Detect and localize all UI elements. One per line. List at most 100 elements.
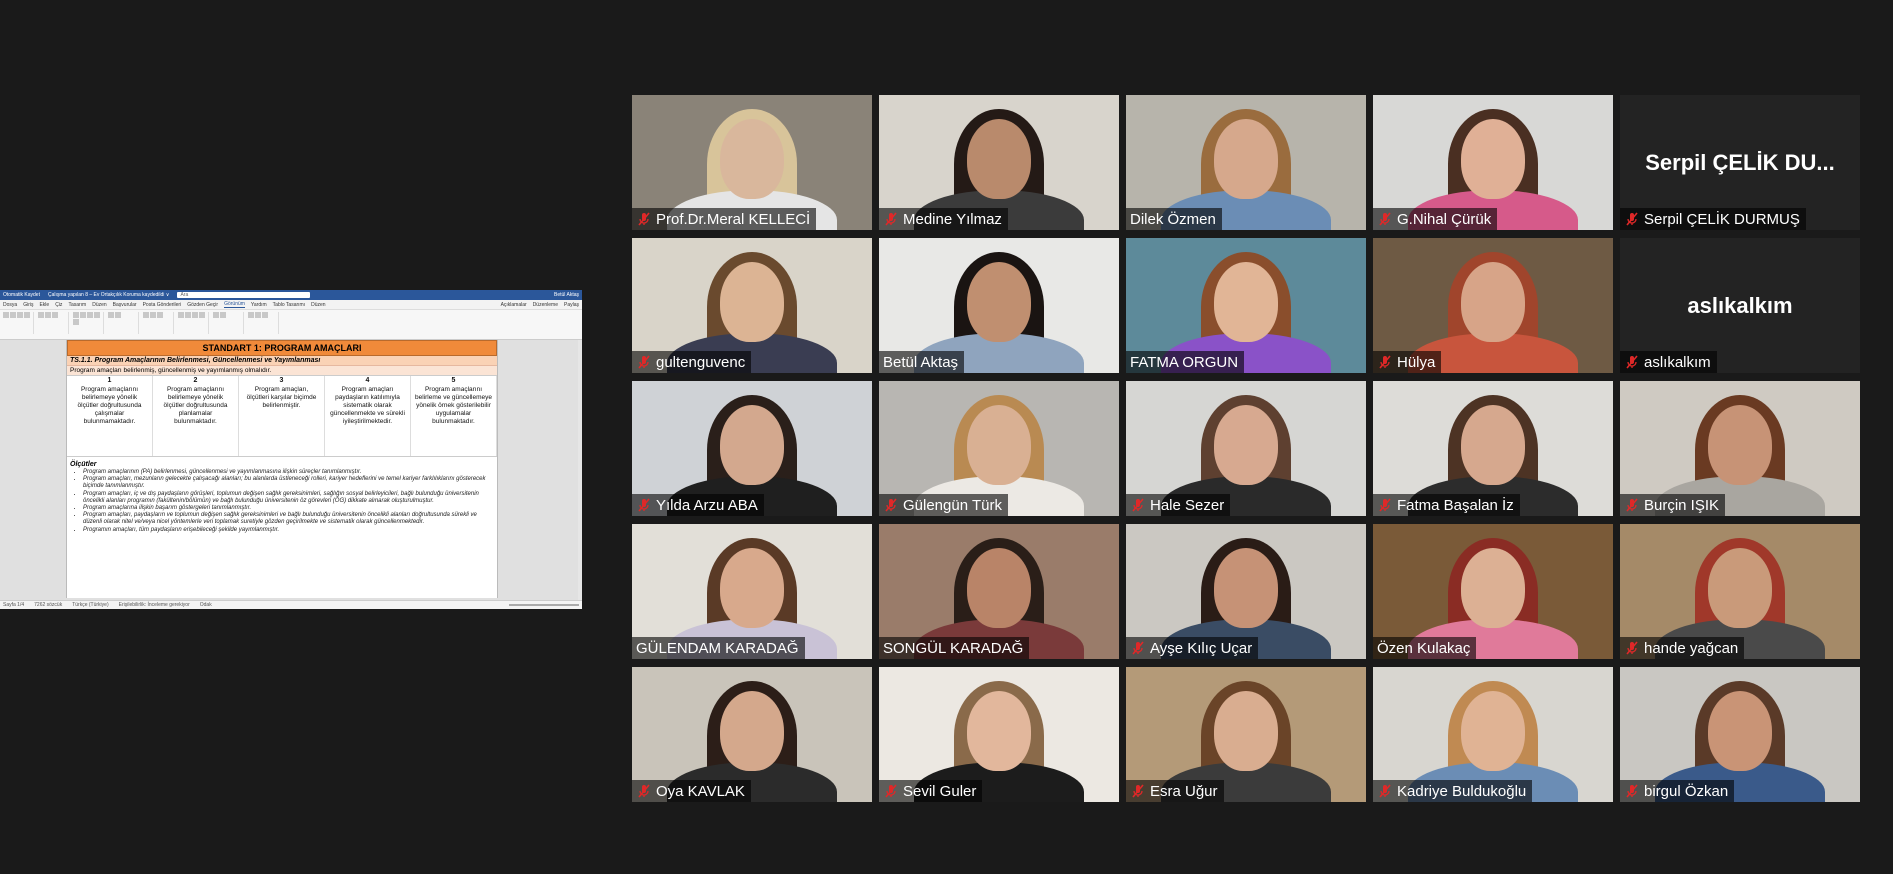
participant-tile[interactable]: GÜLENDAM KARADAĞ: [632, 524, 872, 659]
ribbon-tab[interactable]: Çiz: [55, 302, 62, 308]
zoom-slider[interactable]: [509, 604, 579, 606]
ribbon-tab[interactable]: Posta Gönderileri: [143, 302, 182, 308]
document-page[interactable]: STANDART 1: PROGRAM AMAÇLARI TS.1.1. Pro…: [66, 340, 498, 598]
participant-name-label: gultenguvenc: [632, 351, 752, 373]
video-feed: [1461, 262, 1525, 343]
ribbon-tab[interactable]: Yardım: [251, 302, 267, 308]
participant-tile[interactable]: FATMA ORGUN: [1126, 238, 1366, 373]
criteria-item: Program amaçları, mezunların gelecekte ç…: [83, 476, 493, 490]
ribbon-tab[interactable]: Ekle: [39, 302, 49, 308]
muted-mic-icon: [638, 212, 650, 226]
participant-tile[interactable]: Burçin IŞIK: [1620, 381, 1860, 516]
participant-tile[interactable]: G.Nihal Çürük: [1373, 95, 1613, 230]
participant-tile[interactable]: SONGÜL KARADAĞ: [879, 524, 1119, 659]
participant-name: aslıkalkım: [1644, 353, 1711, 371]
scale-column: 3 Program amaçları, ölçütleri karşılar bi…: [239, 376, 325, 456]
ribbon-tab[interactable]: Dosya: [3, 302, 17, 308]
scale-number: 1: [107, 377, 112, 384]
ribbon-group[interactable]: [108, 312, 139, 334]
muted-mic-icon: [1626, 355, 1638, 369]
participant-name: SONGÜL KARADAĞ: [883, 639, 1024, 657]
ribbon-action[interactable]: Paylaş: [564, 302, 579, 308]
participant-name-label: Betül Aktaş: [879, 351, 965, 373]
participant-name: Hale Sezer: [1150, 496, 1225, 514]
ribbon-action[interactable]: Düzenleme: [533, 302, 558, 308]
participant-name: Özen Kulakaç: [1377, 639, 1471, 657]
user-name: Betül Aktaş: [553, 292, 579, 298]
status-bar: Sayfa 1/4 7262 sözcük Türkçe (Türkiye) E…: [0, 600, 582, 609]
ribbon-group[interactable]: [248, 312, 279, 334]
participant-name: Yılda Arzu ABA: [656, 496, 758, 514]
scale-text: Program amaçlarını belirlemeye yönelik ö…: [77, 386, 142, 425]
participant-tile[interactable]: birgul Özkan: [1620, 667, 1860, 802]
video-feed: [1461, 691, 1525, 772]
participant-name: birgul Özkan: [1644, 782, 1729, 800]
participant-tile[interactable]: Yılda Arzu ABA: [632, 381, 872, 516]
muted-mic-icon: [885, 784, 897, 798]
muted-mic-icon: [1379, 355, 1391, 369]
document-canvas[interactable]: STANDART 1: PROGRAM AMAÇLARI TS.1.1. Pro…: [0, 340, 578, 600]
participant-tile[interactable]: Medine Yılmaz: [879, 95, 1119, 230]
participant-tile[interactable]: hande yağcan: [1620, 524, 1860, 659]
ribbon-tab[interactable]: Tasarım: [68, 302, 86, 308]
ribbon-group[interactable]: [213, 312, 244, 334]
ribbon-tab[interactable]: Tablo Tasarımı: [273, 302, 305, 308]
participant-tile[interactable]: Hülya: [1373, 238, 1613, 373]
scale-column: 4 Program amaçları paydaşların katılımıyl…: [325, 376, 411, 456]
criteria-item: Program amaçları, iç ve dış paydaşların …: [83, 491, 493, 505]
participant-tile[interactable]: gultenguvenc: [632, 238, 872, 373]
scale-text: Program amaçlarını belirleme ve güncelle…: [415, 386, 492, 425]
participant-name: Betül Aktaş: [883, 353, 959, 371]
participant-name: Serpil ÇELİK DURMUŞ: [1644, 210, 1800, 228]
ribbon-tab[interactable]: Düzen: [311, 302, 325, 308]
muted-mic-icon: [1379, 212, 1391, 226]
ribbon-group[interactable]: [38, 312, 69, 334]
participant-name-label: Hülya: [1373, 351, 1442, 373]
ribbon-group[interactable]: [3, 312, 34, 334]
video-feed: [967, 691, 1031, 772]
muted-mic-icon: [638, 355, 650, 369]
language[interactable]: Türkçe (Türkiye): [72, 602, 108, 608]
participant-name-label: Medine Yılmaz: [879, 208, 1008, 230]
focus-button[interactable]: Odak: [200, 602, 212, 608]
participant-name-label: Kadriye Buldukoğlu: [1373, 780, 1533, 802]
criteria-item: Programın amaçları, tüm paydaşların eriş…: [83, 527, 493, 534]
participant-name-label: Esra Uğur: [1126, 780, 1224, 802]
participant-tile[interactable]: aslıkalkım aslıkalkım: [1620, 238, 1860, 373]
participant-tile[interactable]: Betül Aktaş: [879, 238, 1119, 373]
participant-tile[interactable]: Hale Sezer: [1126, 381, 1366, 516]
video-feed: [967, 119, 1031, 200]
participant-tile[interactable]: Gülengün Türk: [879, 381, 1119, 516]
ribbon-group[interactable]: [143, 312, 174, 334]
participant-tile[interactable]: Prof.Dr.Meral KELLECİ: [632, 95, 872, 230]
ribbon-group[interactable]: [73, 312, 104, 334]
participant-tile[interactable]: Dilek Özmen: [1126, 95, 1366, 230]
participant-tile[interactable]: Serpil ÇELİK DU... Serpil ÇELİK DURMUŞ: [1620, 95, 1860, 230]
accessibility-status[interactable]: Erişilebilirlik: İnceleme gerekiyor: [119, 602, 190, 608]
participant-tile[interactable]: Kadriye Buldukoğlu: [1373, 667, 1613, 802]
ribbon-tab[interactable]: Gözden Geçir: [187, 302, 218, 308]
ribbon-action[interactable]: Açıklamalar: [501, 302, 527, 308]
participant-name-label: GÜLENDAM KARADAĞ: [632, 637, 805, 659]
video-feed: [1708, 548, 1772, 629]
participant-tile[interactable]: Oya KAVLAK: [632, 667, 872, 802]
participant-name: hande yağcan: [1644, 639, 1739, 657]
ribbon-tab[interactable]: Giriş: [23, 302, 33, 308]
ribbon-tab[interactable]: Görünüm: [224, 301, 245, 308]
participant-tile[interactable]: Özen Kulakaç: [1373, 524, 1613, 659]
participant-tile[interactable]: Sevil Guler: [879, 667, 1119, 802]
scale-column: 5 Program amaçlarını belirleme ve güncell…: [411, 376, 497, 456]
participant-tile[interactable]: Fatma Başalan İz: [1373, 381, 1613, 516]
autosave-label[interactable]: Otomatik Kaydet: [3, 292, 40, 298]
ribbon-tab[interactable]: Başvurular: [113, 302, 137, 308]
ribbon-group[interactable]: [178, 312, 209, 334]
word-count: 7262 sözcük: [34, 602, 63, 608]
participant-tile[interactable]: Ayşe Kılıç Uçar: [1126, 524, 1366, 659]
ribbon-tabs: Dosya Giriş Ekle Çiz Tasarım Düzen Başvurular P…: [0, 300, 582, 310]
ribbon-tab[interactable]: Düzen: [92, 302, 106, 308]
video-feed: [1461, 119, 1525, 200]
participant-name-label: Sevil Guler: [879, 780, 983, 802]
search-box[interactable]: Ara: [177, 292, 311, 298]
participant-tile[interactable]: Esra Uğur: [1126, 667, 1366, 802]
video-feed: [720, 119, 784, 200]
